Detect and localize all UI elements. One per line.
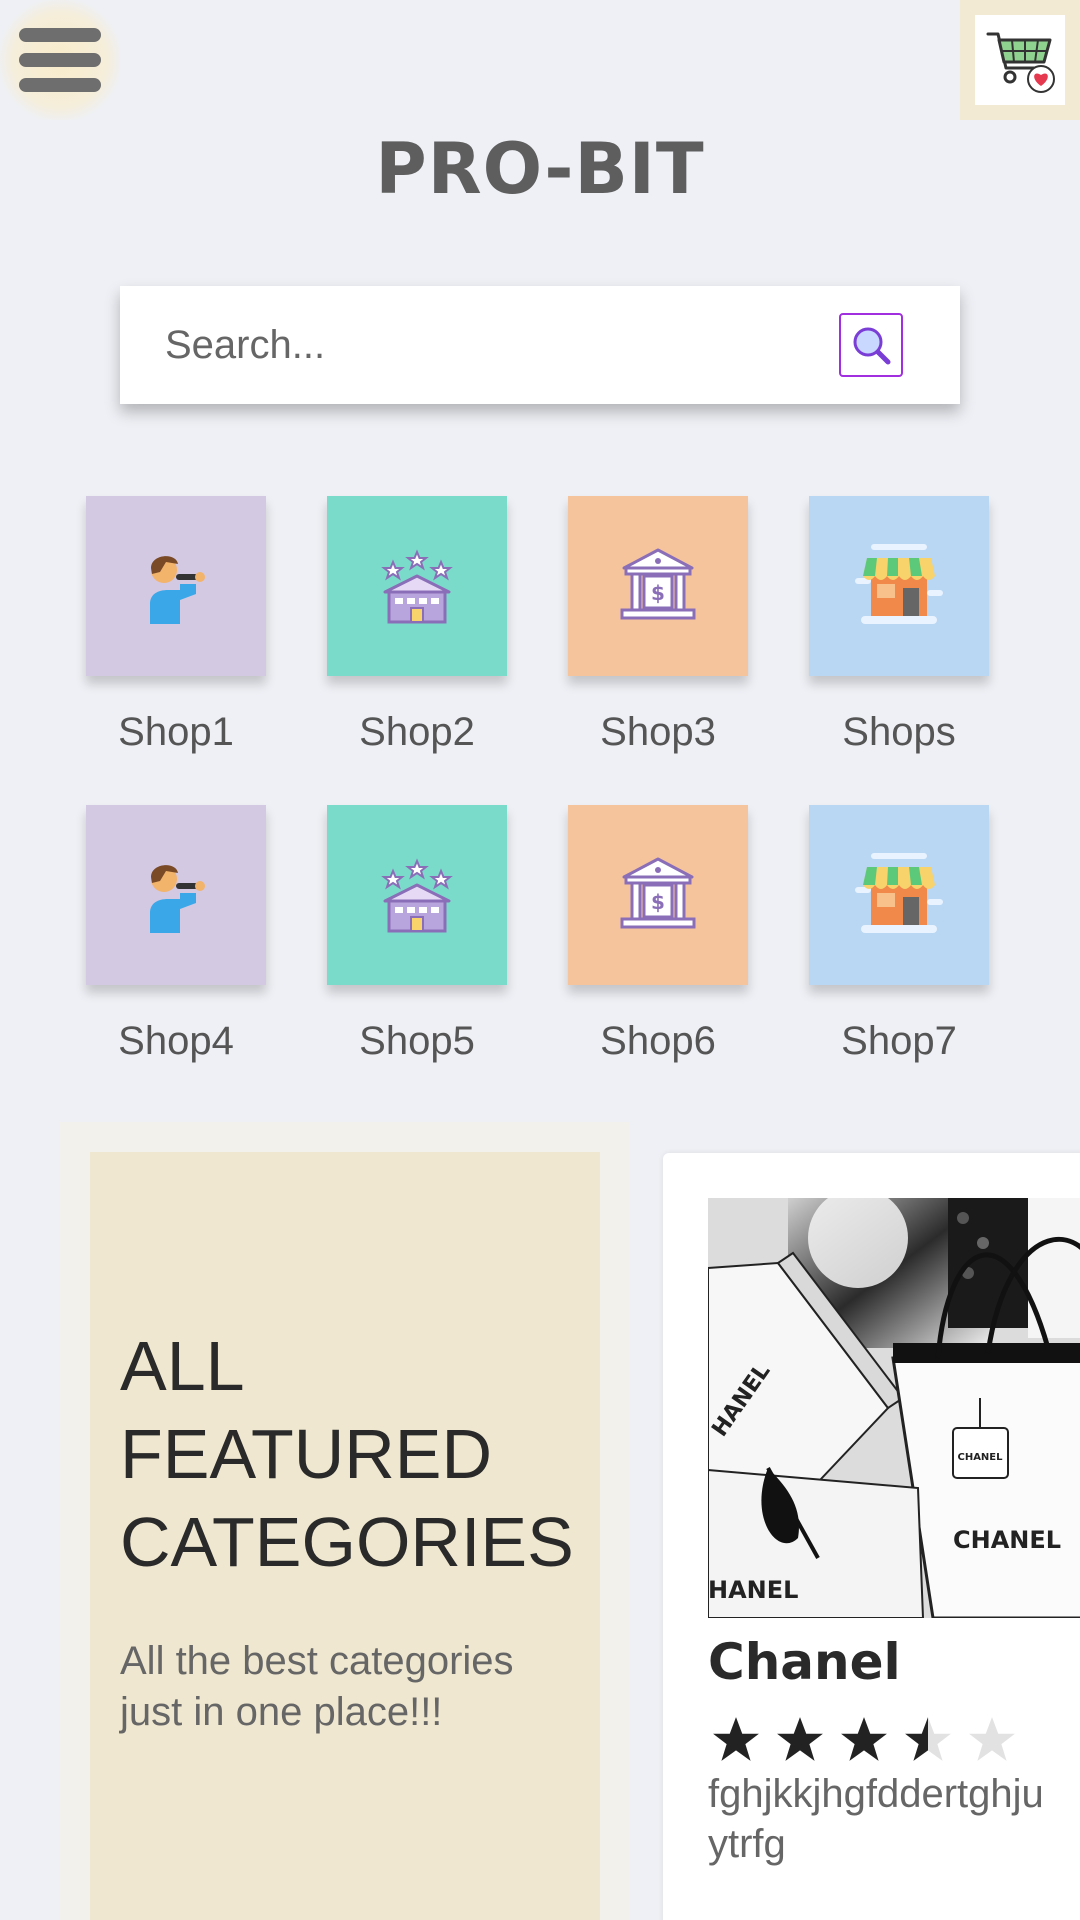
shop-label: Shop1 — [118, 710, 234, 754]
shop-label: Shop3 — [600, 710, 716, 754]
shop-item-8[interactable]: Shop7 — [809, 805, 989, 1064]
bag-tag-label: CHANEL — [957, 1452, 1003, 1463]
product-description-line: ytrfg — [708, 1822, 786, 1866]
menu-bar — [19, 28, 101, 42]
shop-tile[interactable] — [327, 805, 507, 985]
shopping-cart-heart-icon — [975, 15, 1065, 105]
shop-item-7[interactable]: $ Shop6 — [568, 805, 748, 1064]
search-bar — [120, 286, 960, 404]
product-description: fghjkkjhgfddertghju ytrfg — [708, 1769, 1078, 1869]
rating-stars — [708, 1715, 1020, 1765]
bank-dollar-icon: $ — [620, 857, 696, 929]
featured-title-line: FEATURED — [120, 1415, 493, 1493]
shop-label: Shop4 — [118, 1019, 234, 1063]
shop-item-4[interactable]: Shops — [809, 496, 989, 755]
shop-label: Shop6 — [600, 1019, 716, 1063]
singer-icon — [150, 865, 205, 933]
hotel-stars-icon — [381, 858, 453, 933]
featured-subtitle-line: just in one place!!! — [120, 1690, 443, 1734]
svg-text:$: $ — [651, 581, 665, 605]
cart-button[interactable] — [960, 0, 1080, 120]
star-icon — [713, 1717, 759, 1761]
search-input[interactable] — [120, 286, 839, 404]
svg-text:$: $ — [651, 890, 665, 914]
brand-title: PRO-BIT — [375, 128, 705, 210]
product-image[interactable]: HANEL CHANEL CHANEL HANEL — [708, 1198, 1080, 1618]
magnifier-search-icon — [853, 327, 891, 365]
featured-subtitle: All the best categories just in one plac… — [120, 1636, 570, 1738]
shop-row: Shop1 Shop2 $ Shop3 Shops — [86, 496, 996, 755]
shop-tile[interactable] — [809, 496, 989, 676]
star-icon — [777, 1717, 823, 1761]
shop-tile[interactable] — [809, 805, 989, 985]
storefront-icon — [855, 544, 943, 624]
shop-tile[interactable]: $ — [568, 496, 748, 676]
home-screen: PRO-BIT Sho — [0, 0, 1080, 1920]
featured-panel: ALL FEATURED CATEGORIES All the best cat… — [90, 1152, 600, 1920]
hamburger-menu-icon[interactable] — [0, 0, 120, 120]
shop-tile[interactable]: $ — [568, 805, 748, 985]
shop-grid: Shop1 Shop2 $ Shop3 Shops Shop4 Shop5 $ … — [86, 496, 996, 1114]
shop-label: Shop2 — [359, 710, 475, 754]
search-button[interactable] — [839, 313, 903, 377]
featured-title-line: ALL — [120, 1327, 245, 1405]
menu-bar — [19, 78, 101, 92]
star-icon — [841, 1717, 887, 1761]
shop-item-5[interactable]: Shop4 — [86, 805, 266, 1064]
product-name: Chanel — [708, 1633, 901, 1691]
bag-brand-label: CHANEL — [953, 1526, 1061, 1554]
shop-row: Shop4 Shop5 $ Shop6 Shop7 — [86, 805, 996, 1064]
menu-bar — [19, 53, 101, 67]
featured-title: ALL FEATURED CATEGORIES — [120, 1322, 574, 1586]
featured-title-line: CATEGORIES — [120, 1503, 574, 1581]
star-empty-icon — [969, 1717, 1015, 1761]
storefront-icon — [855, 853, 943, 933]
bag-brand-label: HANEL — [708, 1576, 798, 1604]
hotel-stars-icon — [381, 549, 453, 624]
product-description-line: fghjkkjhgfddertghju — [708, 1772, 1044, 1816]
shop-label: Shops — [842, 710, 956, 754]
singer-icon — [150, 556, 205, 624]
star-half-icon — [905, 1717, 951, 1761]
shop-label: Shop7 — [841, 1019, 957, 1063]
shop-item-3[interactable]: $ Shop3 — [568, 496, 748, 755]
featured-categories-card[interactable]: ALL FEATURED CATEGORIES All the best cat… — [60, 1122, 630, 1920]
shop-tile[interactable] — [86, 805, 266, 985]
shop-label: Shop5 — [359, 1019, 475, 1063]
shop-item-2[interactable]: Shop2 — [327, 496, 507, 755]
shop-tile[interactable] — [327, 496, 507, 676]
shop-item-1[interactable]: Shop1 — [86, 496, 266, 755]
shop-item-6[interactable]: Shop5 — [327, 805, 507, 1064]
shop-tile[interactable] — [86, 496, 266, 676]
product-card[interactable]: HANEL CHANEL CHANEL HANEL Chanel fghjkkj… — [663, 1153, 1080, 1920]
bank-dollar-icon: $ — [620, 548, 696, 620]
featured-subtitle-line: All the best categories — [120, 1639, 514, 1683]
